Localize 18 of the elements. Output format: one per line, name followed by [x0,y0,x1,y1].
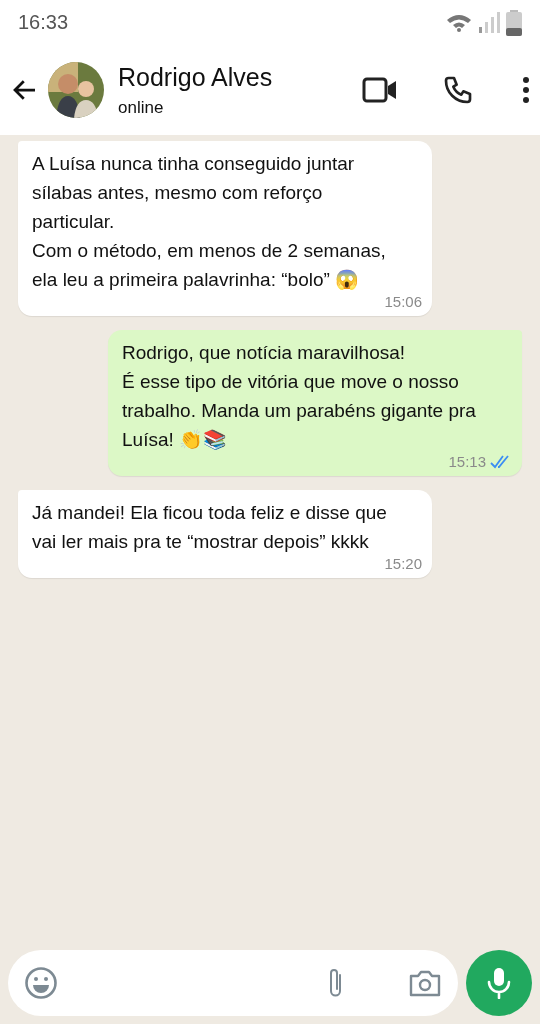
message-time: 15:06 [384,294,422,310]
phone-call-button[interactable] [442,74,474,106]
message-text: Rodrigo, que notícia maravilhosa! É esse tipo de vitória que move o nosso trabalho. Manda um parabéns gigante pra Luísa! 👏📚 [122,341,477,452]
signal-icon [478,11,500,34]
contact-name: Rodrigo Alves [118,62,274,92]
contact-status: online [118,97,165,118]
message-text: Já mandei! Ela ficou toda feliz e disse que vai ler mais pra te “mostrar depois” kkkk [32,501,388,554]
camera-icon[interactable] [408,968,442,998]
more-options-button[interactable] [522,76,530,104]
message-time: 15:13 [448,454,486,470]
message-text: A Luísa nunca tinha conseguido juntar sílabas antes, mesmo com reforço particular. Com o método, em menos de 2 semanas, ela leu a primeira palavrinha: “bolo” 😱 [32,152,387,292]
wifi-icon [446,12,472,33]
video-call-button[interactable] [362,76,398,104]
battery-icon [506,9,522,36]
microphone-icon [486,967,512,999]
emoji-icon[interactable] [24,966,58,1000]
message-time: 15:20 [384,556,422,572]
clock: 16:33 [18,11,69,34]
